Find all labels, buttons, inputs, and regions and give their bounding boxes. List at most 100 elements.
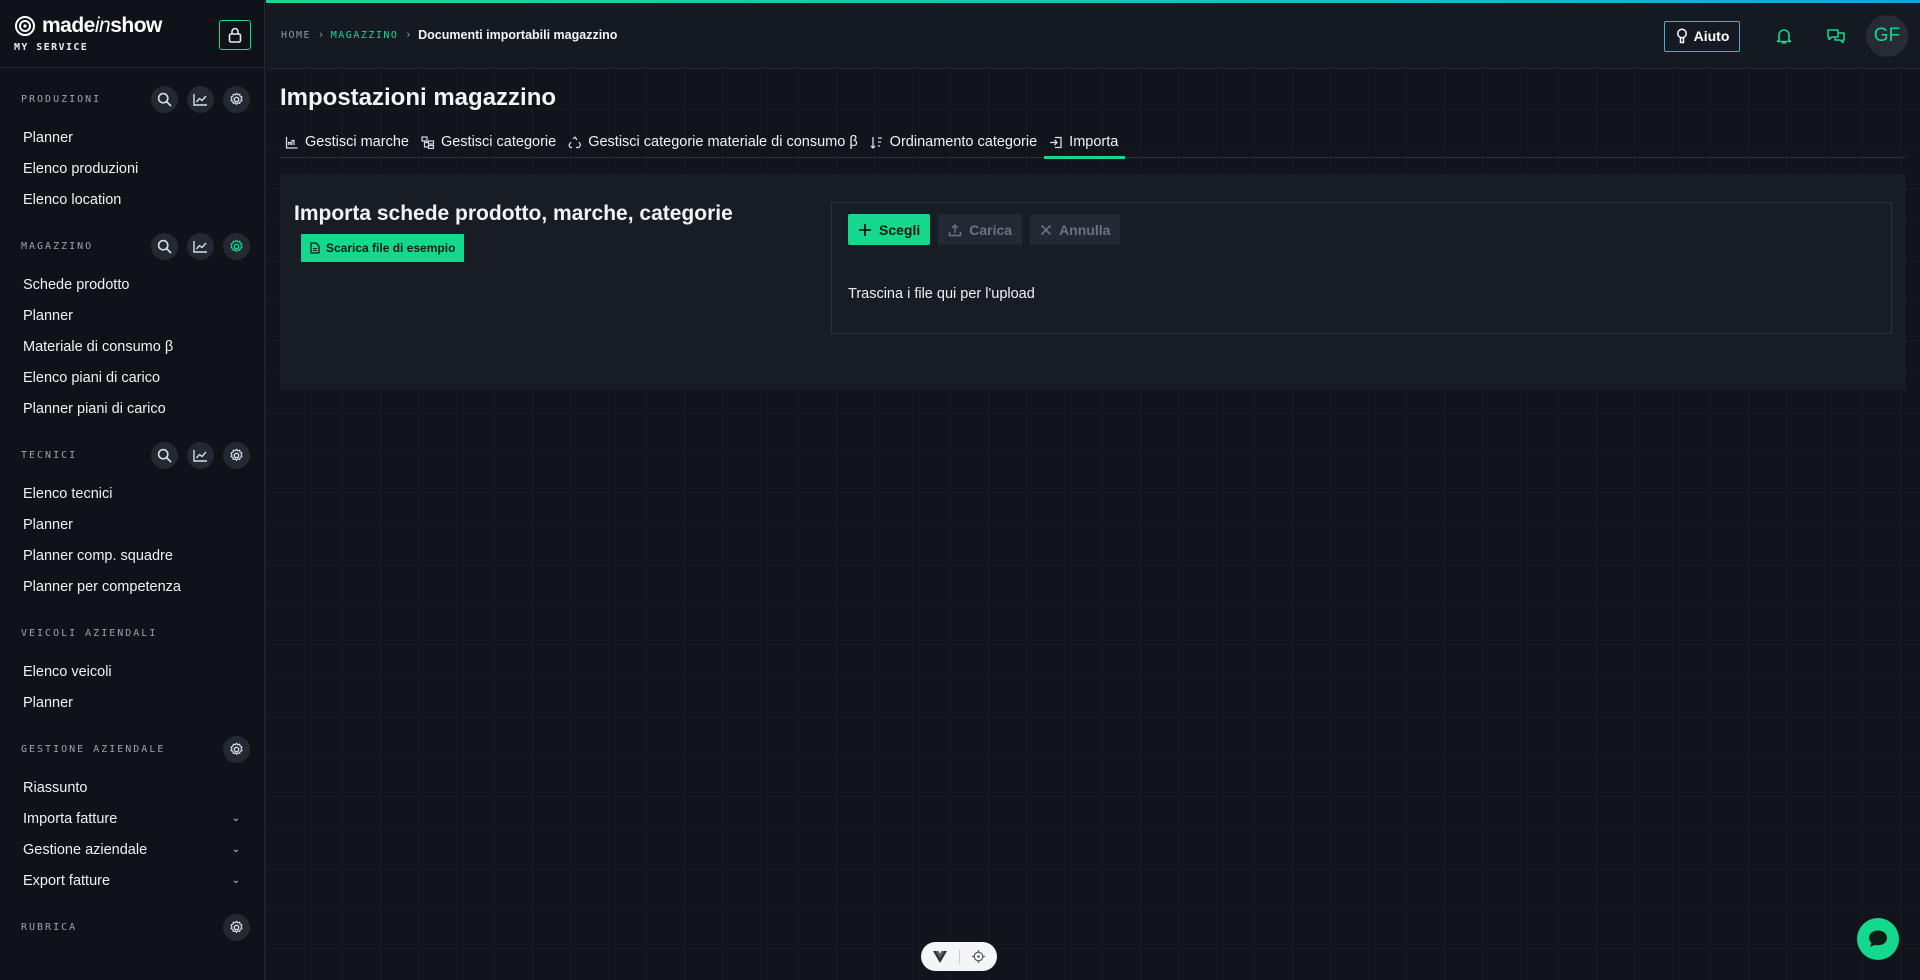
sidebar-nav-item[interactable]: Elenco piani di carico	[21, 362, 250, 393]
tab-label: Importa	[1069, 134, 1119, 150]
sidebar-nav-label: Elenco tecnici	[23, 485, 113, 502]
download-sample-button[interactable]: Scarica file di esempio	[301, 234, 465, 262]
tab-label: Gestisci categorie materiale di consumo …	[588, 134, 858, 150]
sidebar-nav-item[interactable]: Planner	[21, 122, 250, 153]
import-panel: Importa schede prodotto, marche, categor…	[280, 174, 1906, 390]
dropzone-hint: Trascina i file qui per l'upload	[848, 286, 1035, 302]
notifications-button[interactable]	[1758, 15, 1810, 57]
sidebar-section: RUBRICA	[0, 909, 264, 945]
sidebar-nav-label: Planner	[23, 307, 73, 324]
section-tool-button[interactable]	[187, 441, 214, 469]
sidebar-nav-item[interactable]: Elenco tecnici	[21, 478, 250, 509]
section-tool-button[interactable]	[223, 85, 250, 113]
devtools-toggle[interactable]	[921, 942, 997, 971]
tab-import[interactable]: Importa	[1044, 127, 1126, 159]
sidebar-section: MAGAZZINO Schede prodotto Planner Materi…	[0, 228, 264, 424]
sidebar-nav-label: Riassunto	[23, 779, 88, 796]
topbar: HOME › MAGAZZINO › Documenti importabili…	[266, 3, 1920, 69]
sidebar-nav-label: Gestione aziendale	[23, 841, 148, 858]
sidebar-nav-label: Planner	[23, 516, 73, 533]
sidebar-nav-item[interactable]: Materiale di consumo β	[21, 331, 250, 362]
section-tool-button[interactable]	[223, 441, 250, 469]
file-upload-dropzone[interactable]: Scegli Carica Annulla Trascina i file qu…	[831, 202, 1892, 334]
chevron-down-icon: ⌄	[231, 813, 240, 824]
lock-icon	[228, 27, 242, 43]
gear-icon	[230, 742, 243, 755]
sort-icon	[870, 136, 882, 149]
sidebar-nav-item[interactable]: Elenco veicoli	[21, 656, 250, 687]
sidebar-section: VEICOLI AZIENDALI Elenco veicoli Planner	[0, 615, 264, 718]
sidebar-nav-item[interactable]: Planner	[21, 509, 250, 540]
main-content: Impostazioni magazzino Gestisci marche Ge…	[266, 70, 1920, 980]
section-tool-button[interactable]	[187, 232, 214, 260]
sidebar-section: PRODUZIONI Planner Elenco produzioni Ele…	[0, 81, 264, 215]
sidebar-nav-item[interactable]: Export fatture ⌄	[21, 865, 250, 896]
sidebar-nav-item[interactable]: Gestione aziendale ⌄	[21, 834, 250, 865]
sidebar-nav-label: Elenco piani di carico	[23, 369, 161, 386]
brand-logo-icon	[15, 16, 35, 36]
lock-sidebar-button[interactable]	[219, 20, 251, 50]
breadcrumb-section[interactable]: MAGAZZINO	[331, 30, 399, 41]
sidebar-nav-label: Materiale di consumo β	[23, 338, 174, 355]
sidebar-nav-list: Elenco tecnici Planner Planner comp. squ…	[21, 478, 250, 602]
section-tools	[151, 85, 250, 113]
sidebar-nav-item[interactable]: Planner	[21, 300, 250, 331]
messages-button[interactable]	[1810, 15, 1862, 57]
sidebar-section-title: MAGAZZINO	[21, 240, 94, 252]
sidebar-nav-list: Elenco veicoli Planner	[21, 656, 250, 718]
section-tool-button[interactable]	[223, 232, 250, 260]
sidebar-nav-label: Elenco produzioni	[23, 160, 139, 177]
choose-file-button[interactable]: Scegli	[848, 214, 931, 245]
sidebar-nav-item[interactable]: Elenco location	[21, 184, 250, 215]
import-icon	[1050, 136, 1062, 148]
sidebar-nav-label: Elenco location	[23, 191, 122, 208]
breadcrumb-current: Documenti importabili magazzino	[418, 28, 618, 42]
cancel-upload-button[interactable]: Annulla	[1030, 214, 1121, 245]
support-chat-button[interactable]	[1857, 918, 1899, 960]
upload-button[interactable]: Carica	[938, 214, 1023, 245]
tab-chart[interactable]: Gestisci marche	[280, 127, 416, 157]
sidebar-nav-item[interactable]: Riassunto	[21, 772, 250, 803]
avatar[interactable]: GF	[1866, 15, 1908, 57]
sidebar-nav-list: Planner Elenco produzioni Elenco locatio…	[21, 122, 250, 215]
section-tool-button[interactable]	[187, 85, 214, 113]
topbar-actions: Aiuto GF	[1664, 15, 1908, 57]
trend-icon	[193, 449, 207, 462]
section-tool-button[interactable]	[223, 913, 250, 941]
sidebar-section-title: GESTIONE AZIENDALE	[21, 743, 166, 755]
chevron-down-icon: ⌄	[231, 844, 240, 855]
trend-icon	[193, 93, 207, 106]
page-title: Impostazioni magazzino	[280, 84, 557, 111]
breadcrumb-separator-icon: ›	[319, 29, 323, 41]
sidebar-nav-label: Planner piani di carico	[23, 400, 166, 417]
gear-icon	[230, 920, 243, 933]
sidebar-nav-item[interactable]: Planner	[21, 687, 250, 718]
gear-icon	[230, 448, 243, 461]
sidebar-nav-item[interactable]: Planner comp. squadre	[21, 540, 250, 571]
vue-logo-icon	[933, 950, 947, 963]
sidebar-nav-label: Schede prodotto	[23, 276, 130, 293]
section-tool-button[interactable]	[151, 232, 178, 260]
sidebar-nav-item[interactable]: Schede prodotto	[21, 269, 250, 300]
file-icon	[310, 242, 320, 254]
sidebar-nav-item[interactable]: Elenco produzioni	[21, 153, 250, 184]
sidebar-nav-item[interactable]: Importa fatture ⌄	[21, 803, 250, 834]
recycle-icon	[568, 135, 582, 148]
tab-sort[interactable]: Ordinamento categorie	[865, 127, 1045, 157]
chat-bubbles-icon	[1827, 29, 1845, 44]
section-tool-button[interactable]	[151, 441, 178, 469]
sidebar-nav-item[interactable]: Planner piani di carico	[21, 393, 250, 424]
help-button[interactable]: Aiuto	[1664, 20, 1740, 52]
section-tool-button[interactable]	[223, 735, 250, 763]
breadcrumb-home[interactable]: HOME	[281, 30, 311, 41]
upload-icon	[949, 223, 962, 236]
tab-recycle[interactable]: Gestisci categorie materiale di consumo …	[563, 127, 864, 157]
plus-icon	[859, 223, 871, 236]
target-icon	[972, 950, 985, 963]
search-icon	[157, 92, 172, 106]
sidebar-nav-item[interactable]: Planner per competenza	[21, 571, 250, 602]
choose-file-label: Scegli	[879, 221, 921, 238]
tab-label: Gestisci marche	[305, 134, 409, 150]
section-tool-button[interactable]	[151, 85, 178, 113]
tab-tree[interactable]: Gestisci categorie	[416, 127, 563, 157]
